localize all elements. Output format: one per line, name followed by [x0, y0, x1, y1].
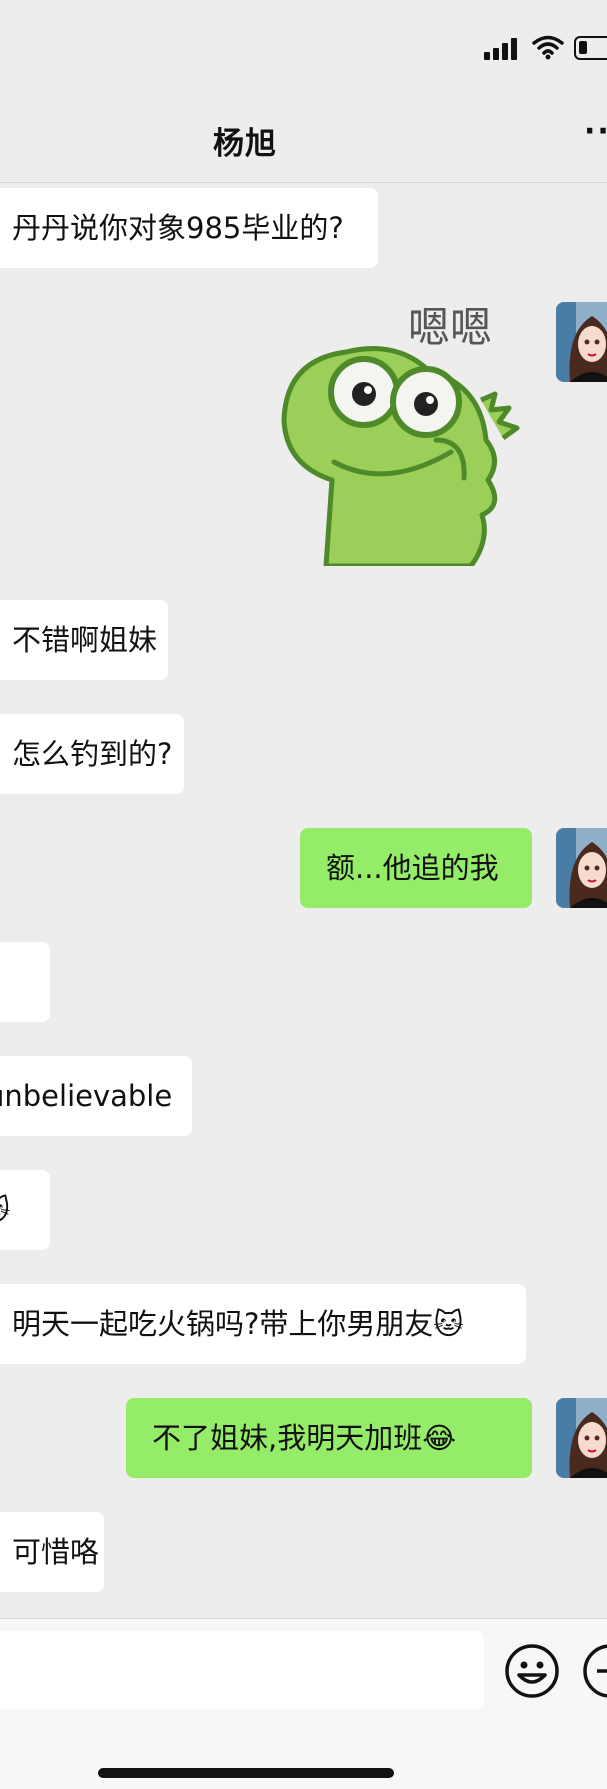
message-bubble-incoming[interactable]: 丹丹说你对象985毕业的? — [0, 188, 378, 268]
input-bar — [0, 1618, 607, 1789]
message-bubble-outgoing[interactable]: 不了姐妹,我明天加班😂 — [126, 1398, 532, 1478]
wifi-icon — [532, 35, 564, 60]
home-indicator[interactable] — [98, 1768, 394, 1778]
message-bubble-incoming[interactable]: 可惜咯 — [0, 1512, 104, 1592]
sticker-text: 嗯嗯 — [408, 303, 492, 352]
emoji-icon[interactable] — [504, 1643, 560, 1699]
message-bubble-incoming[interactable]: 不错啊姐妹 — [0, 600, 168, 680]
avatar[interactable] — [556, 1398, 607, 1478]
plus-icon[interactable] — [582, 1643, 607, 1699]
message-bubble-incoming[interactable] — [0, 942, 50, 1022]
message-bubble-incoming[interactable]: 明天一起吃火锅吗?带上你男朋友🐱 — [0, 1284, 526, 1364]
status-bar — [0, 0, 607, 100]
message-bubble-outgoing[interactable]: 额...他追的我 — [300, 828, 532, 908]
message-input[interactable] — [0, 1631, 484, 1709]
avatar[interactable] — [556, 302, 607, 382]
more-icon[interactable]: ·· — [584, 114, 607, 149]
message-bubble-incoming[interactable]: 🐱 — [0, 1170, 50, 1250]
chat-title: 杨旭 — [213, 126, 277, 162]
frog-sticker[interactable]: 嗯嗯 — [276, 290, 526, 566]
chat-header: 杨旭 ·· — [0, 100, 607, 183]
message-bubble-incoming[interactable]: unbelievable — [0, 1056, 192, 1136]
cellular-signal-icon — [484, 36, 524, 60]
message-bubble-incoming[interactable]: 怎么钓到的? — [0, 714, 184, 794]
battery-icon — [574, 36, 607, 60]
avatar[interactable] — [556, 828, 607, 908]
